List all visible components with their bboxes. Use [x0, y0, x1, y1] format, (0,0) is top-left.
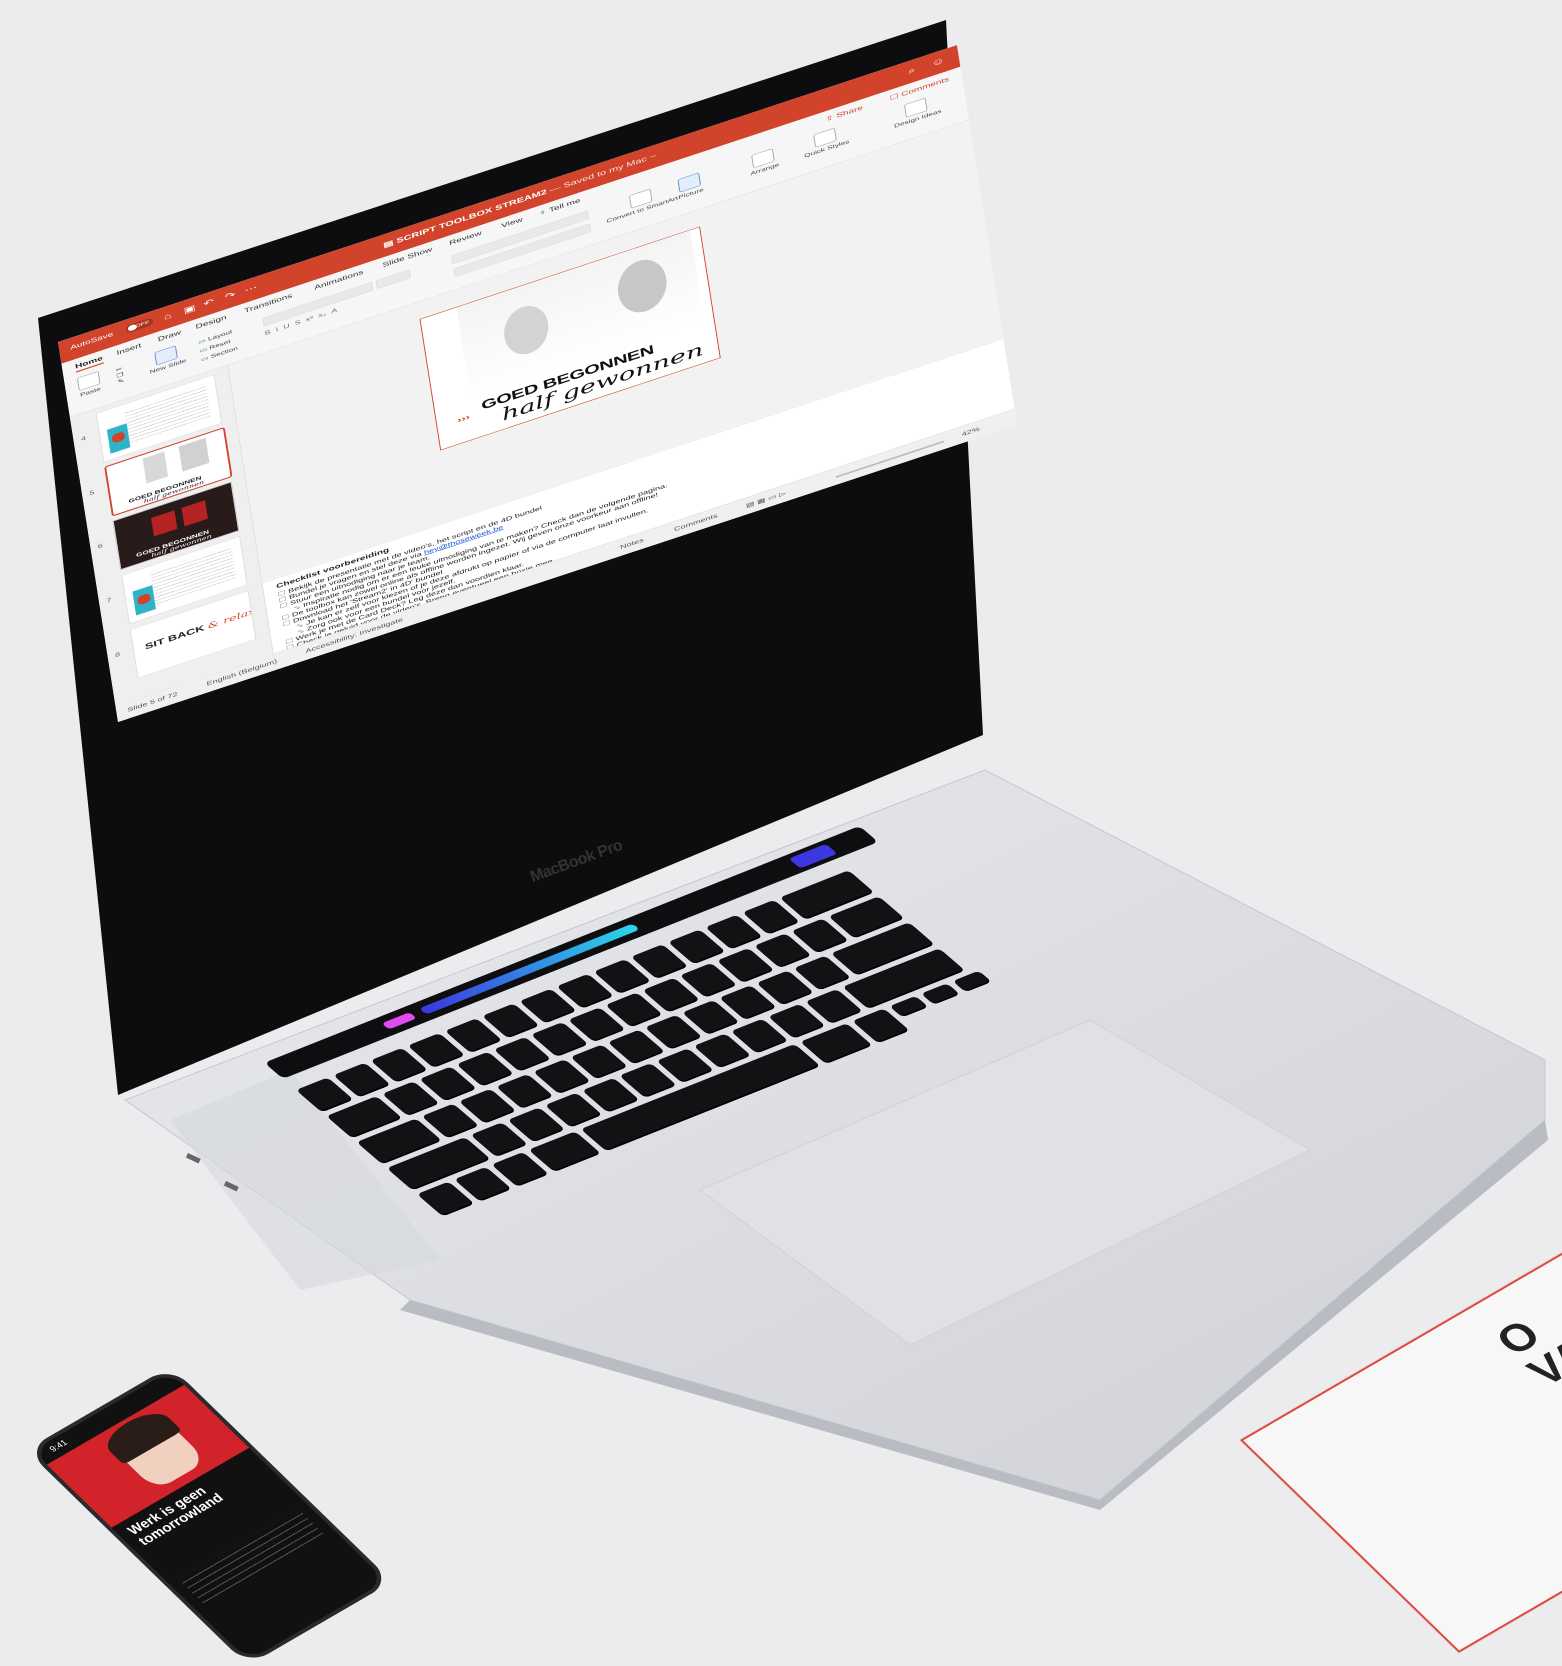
arrange-button[interactable]: Arrange — [748, 147, 780, 177]
slide-number: 8 — [114, 651, 121, 659]
thumbnail-figure — [132, 585, 156, 616]
slide-number: 7 — [106, 596, 113, 605]
arrow-key[interactable] — [952, 970, 991, 991]
more-icon[interactable]: ⋯ — [244, 282, 258, 295]
search-icon[interactable]: ⌕ — [908, 65, 917, 77]
sitback-caption: SIT BACK — [144, 622, 206, 652]
arrow-key[interactable] — [921, 983, 959, 1004]
paste-button[interactable]: Paste — [76, 370, 102, 398]
save-icon[interactable]: ▣ — [183, 303, 196, 316]
booklet-cover-text: O VAN — [1486, 1287, 1562, 1394]
slide-number: 5 — [89, 489, 96, 498]
arrows-icon: ››› — [456, 411, 471, 425]
slide-number: 4 — [80, 435, 87, 443]
zoom-level[interactable]: 42% — [961, 426, 980, 438]
touch-bar-control[interactable] — [381, 1012, 417, 1030]
autosave-toggle[interactable]: OFF — [125, 317, 154, 334]
slide-number: 6 — [97, 542, 104, 551]
slide-options: Layout Reset Section — [197, 326, 239, 364]
comment-icon: ☐ — [889, 91, 902, 102]
arrow-key[interactable] — [889, 995, 927, 1017]
picture-button[interactable]: Picture — [676, 172, 704, 200]
phone-clock: 9:41 — [47, 1437, 70, 1454]
share-person-icon[interactable]: ☺ — [931, 55, 945, 68]
redo-icon[interactable]: ↷ — [224, 289, 236, 302]
share-icon: ⇪ — [824, 112, 837, 124]
phone-episode-list — [177, 1508, 327, 1607]
thumbnail-figure — [106, 423, 131, 454]
ppt-file-icon: ▤ — [382, 237, 398, 250]
sitback-script: & relax — [207, 606, 256, 631]
cut-copy-group[interactable]: ✂ ❐ ✎ — [115, 365, 125, 385]
product-scene: AutoSave OFF ⌂ ▣ ↶ ↷ ⋯ ▤ SCRIPT TOOLBOX … — [0, 0, 1562, 1666]
home-icon[interactable]: ⌂ — [163, 310, 172, 321]
format-painter-icon[interactable]: ✎ — [117, 377, 125, 385]
undo-icon[interactable]: ↶ — [203, 296, 215, 309]
notes-toggle[interactable]: Notes — [620, 537, 644, 551]
